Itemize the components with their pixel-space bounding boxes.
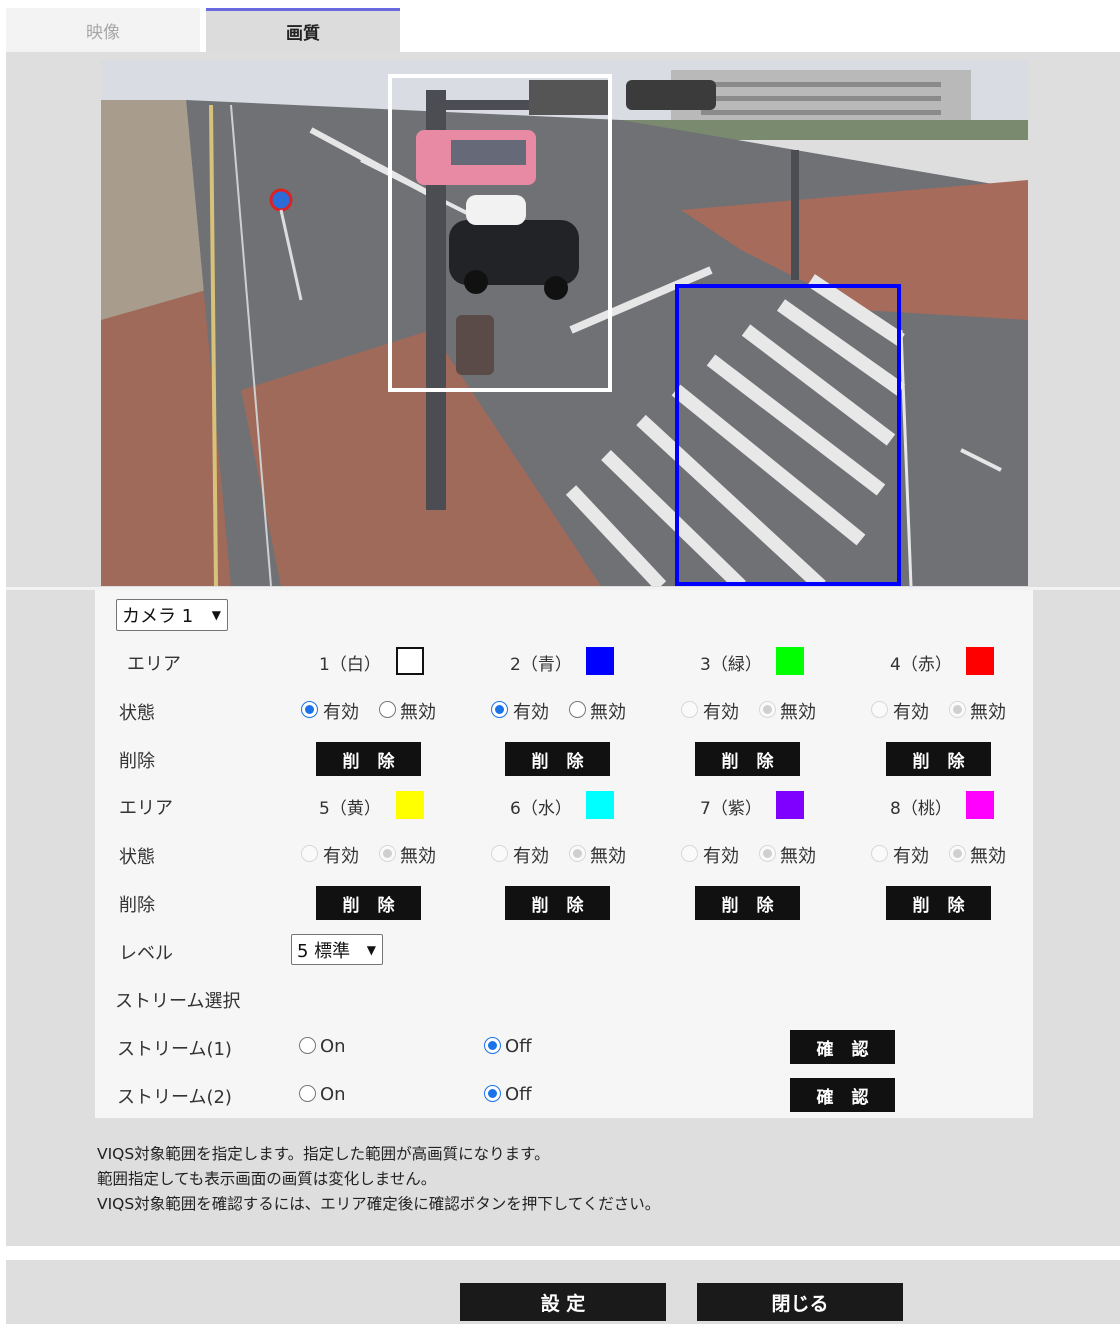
area-1-delete-button[interactable]: 削除 <box>316 742 421 776</box>
stream-1-confirm-button[interactable]: 確認 <box>790 1030 895 1064</box>
area-7-disable-label: 無効 <box>780 846 816 867</box>
area-1-status-enable-radio[interactable] <box>301 701 318 718</box>
area-3-color-swatch[interactable] <box>776 647 804 675</box>
area-5-status-enable-radio[interactable] <box>301 845 318 862</box>
area-5-enable-label: 有効 <box>323 846 359 867</box>
area-2-label: 2（青） <box>510 655 572 675</box>
label-area: エリア <box>127 654 181 675</box>
area-6-delete-button[interactable]: 削除 <box>505 886 610 920</box>
chevron-down-icon: ▼ <box>211 608 221 622</box>
label-level: レベル <box>119 943 173 964</box>
area-7-label: 7（紫） <box>700 799 762 819</box>
area-5-status-disable-radio[interactable] <box>379 845 396 862</box>
area-4-disable-label: 無効 <box>970 702 1006 723</box>
label-delete-2: 削除 <box>119 895 155 916</box>
area-1-disable-label: 無効 <box>400 702 436 723</box>
area-8-disable-label: 無効 <box>970 846 1006 867</box>
area-6-status-disable-radio[interactable] <box>569 845 586 862</box>
area-3-disable-label: 無効 <box>780 702 816 723</box>
area-3-delete-button[interactable]: 削除 <box>695 742 800 776</box>
close-button[interactable]: 閉じる <box>697 1283 903 1321</box>
label-area-2: エリア <box>119 798 173 819</box>
preview-area <box>6 52 1120 586</box>
area-3-label: 3（緑） <box>700 655 762 675</box>
area-1-color-swatch[interactable] <box>396 647 424 675</box>
camera-select[interactable]: カメラ 1 ▼ <box>116 599 228 631</box>
label-delete: 削除 <box>119 751 155 772</box>
level-select[interactable]: 5 標準 ▼ <box>291 934 383 965</box>
area-4-color-swatch[interactable] <box>966 647 994 675</box>
stream-1-on-label: On <box>320 1036 346 1057</box>
area-8-delete-button[interactable]: 削除 <box>886 886 991 920</box>
label-stream-select: ストリーム選択 <box>115 991 241 1012</box>
chevron-down-icon: ▼ <box>366 942 376 957</box>
stream-1-off-radio[interactable] <box>484 1037 501 1054</box>
stream-1-off-label: Off <box>505 1036 532 1057</box>
area-4-label: 4（赤） <box>890 655 952 675</box>
area-2-enable-label: 有効 <box>513 702 549 723</box>
area-2-status-enable-radio[interactable] <box>491 701 508 718</box>
stream-2-off-radio[interactable] <box>484 1085 501 1102</box>
area-7-status-disable-radio[interactable] <box>759 845 776 862</box>
camera-select-value: カメラ 1 <box>122 606 194 627</box>
footer-bar: 設 定 閉じる <box>6 1260 1120 1324</box>
area-4-status-enable-radio[interactable] <box>871 701 888 718</box>
label-status: 状態 <box>119 703 155 724</box>
area-2-delete-button[interactable]: 削除 <box>505 742 610 776</box>
tab-video[interactable]: 映像 <box>6 8 200 52</box>
area-8-enable-label: 有効 <box>893 846 929 867</box>
area-6-status-enable-radio[interactable] <box>491 845 508 862</box>
area-settings: カメラ 1 ▼ エリア 状態 削除 エリア 状態 削除 レベル ストリーム選択 … <box>95 590 1033 1118</box>
area-4-status-disable-radio[interactable] <box>949 701 966 718</box>
area-8-status-disable-radio[interactable] <box>949 845 966 862</box>
stream-1-on-radio[interactable] <box>299 1037 316 1054</box>
area-5-delete-button[interactable]: 削除 <box>316 886 421 920</box>
area-5-disable-label: 無効 <box>400 846 436 867</box>
stream-2-on-label: On <box>320 1084 346 1105</box>
label-status-2: 状態 <box>119 847 155 868</box>
area-6-enable-label: 有効 <box>513 846 549 867</box>
note-line: VIQS対象範囲を確認するには、エリア確定後に確認ボタンを押下してください。 <box>97 1195 661 1213</box>
help-notes: VIQS対象範囲を指定します。指定した範囲が高画質になります。 範囲指定しても表… <box>97 1142 660 1217</box>
area-1-status-disable-radio[interactable] <box>379 701 396 718</box>
area-7-color-swatch[interactable] <box>776 791 804 819</box>
area-1-enable-label: 有効 <box>323 702 359 723</box>
label-stream-2: ストリーム(2) <box>117 1087 232 1108</box>
area-4-enable-label: 有効 <box>893 702 929 723</box>
label-stream-1: ストリーム(1) <box>117 1039 232 1060</box>
area-3-status-enable-radio[interactable] <box>681 701 698 718</box>
area-2-status-disable-radio[interactable] <box>569 701 586 718</box>
tab-bar: 映像 画質 <box>6 0 1120 52</box>
tab-image-quality[interactable]: 画質 <box>206 8 400 52</box>
area-6-label: 6（水） <box>510 799 572 819</box>
area-7-status-enable-radio[interactable] <box>681 845 698 862</box>
area-3-enable-label: 有効 <box>703 702 739 723</box>
note-line: VIQS対象範囲を指定します。指定した範囲が高画質になります。 <box>97 1145 550 1163</box>
stream-2-confirm-button[interactable]: 確認 <box>790 1078 895 1112</box>
note-line: 範囲指定しても表示画面の画質は変化しません。 <box>97 1170 437 1188</box>
area-6-disable-label: 無効 <box>590 846 626 867</box>
area-5-color-swatch[interactable] <box>396 791 424 819</box>
settings-panel: カメラ 1 ▼ エリア 状態 削除 エリア 状態 削除 レベル ストリーム選択 … <box>6 52 1120 1246</box>
stream-2-off-label: Off <box>505 1084 532 1105</box>
level-select-value: 5 標準 <box>297 940 351 962</box>
area-3-status-disable-radio[interactable] <box>759 701 776 718</box>
area-6-color-swatch[interactable] <box>586 791 614 819</box>
area-5-label: 5（黄） <box>319 799 381 819</box>
area-2-color-swatch[interactable] <box>586 647 614 675</box>
area-4-delete-button[interactable]: 削除 <box>886 742 991 776</box>
area-8-color-swatch[interactable] <box>966 791 994 819</box>
area-1-label: 1（白） <box>319 655 381 675</box>
area-8-label: 8（桃） <box>890 799 952 819</box>
area-7-delete-button[interactable]: 削除 <box>695 886 800 920</box>
camera-live-image[interactable] <box>101 60 1028 586</box>
set-button[interactable]: 設 定 <box>460 1283 666 1321</box>
area-7-enable-label: 有効 <box>703 846 739 867</box>
area-2-disable-label: 無効 <box>590 702 626 723</box>
stream-2-on-radio[interactable] <box>299 1085 316 1102</box>
area-8-status-enable-radio[interactable] <box>871 845 888 862</box>
